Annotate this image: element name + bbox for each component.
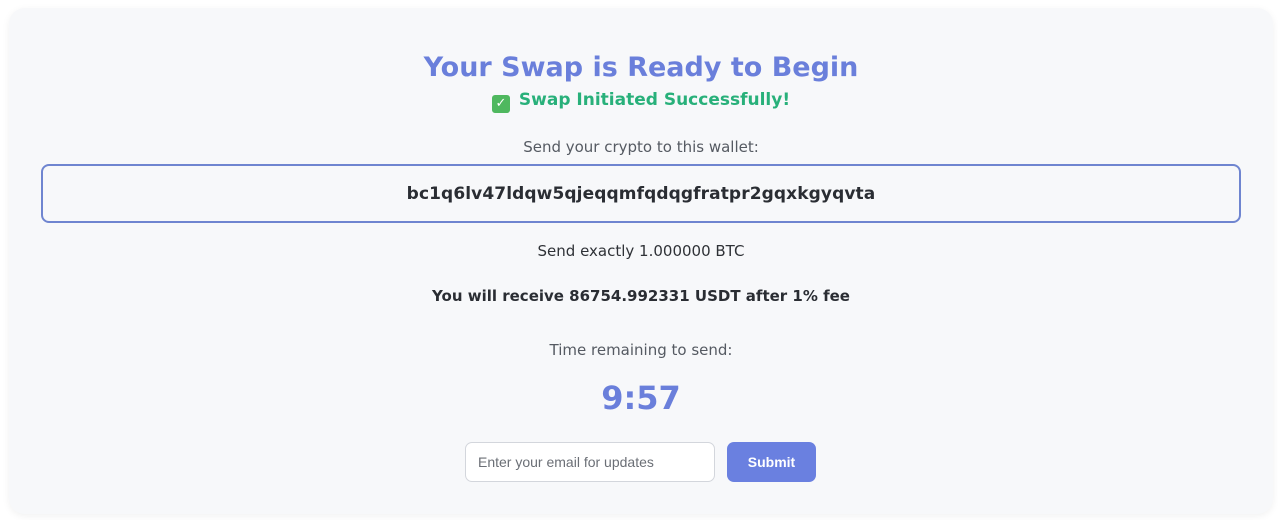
wallet-instruction: Send your crypto to this wallet:: [523, 138, 759, 156]
submit-button[interactable]: Submit: [727, 442, 816, 482]
wallet-address-box[interactable]: bc1q6lv47ldqw5qjeqqmfqdqgfratpr2gqxkgyqv…: [41, 164, 1241, 223]
time-remaining-label: Time remaining to send:: [549, 341, 733, 359]
status-message: ✓ Swap Initiated Successfully!: [9, 88, 1273, 113]
receive-amount: You will receive 86754.992331 USDT after…: [432, 287, 850, 305]
send-amount: Send exactly 1.000000 BTC: [537, 242, 745, 260]
email-input[interactable]: [465, 442, 715, 482]
page-title: Your Swap is Ready to Begin: [423, 52, 859, 83]
check-box-icon: ✓: [491, 95, 510, 113]
wallet-address[interactable]: bc1q6lv47ldqw5qjeqqmfqdqgfratpr2gqxkgyqv…: [407, 184, 876, 204]
swap-card: Your Swap is Ready to Begin ✓ Swap Initia…: [9, 8, 1273, 514]
countdown-timer: 9:57: [601, 379, 681, 417]
status-text: Swap Initiated Successfully!: [518, 90, 791, 110]
